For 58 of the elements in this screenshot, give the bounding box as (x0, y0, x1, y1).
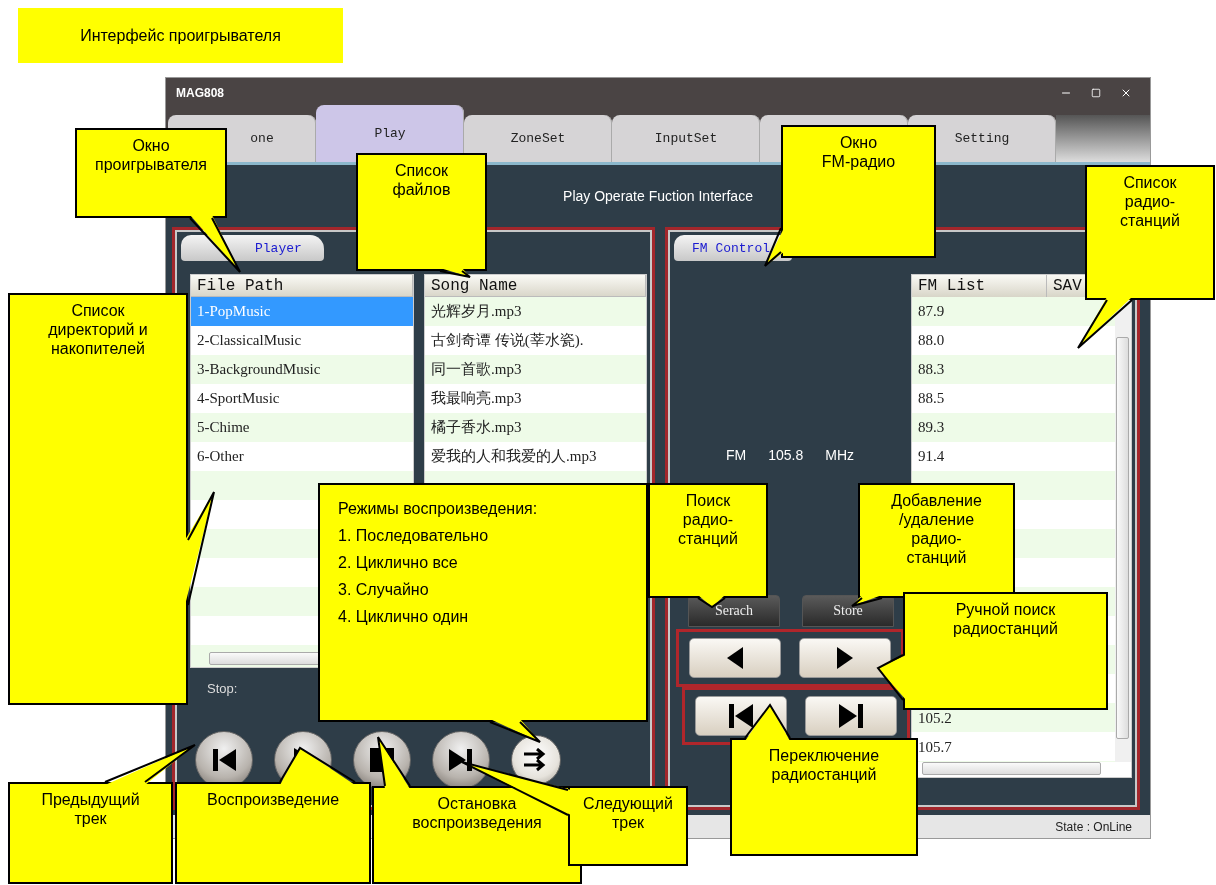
callout-tooltip: Поиск радио- станций (648, 483, 768, 598)
close-icon (1120, 87, 1132, 99)
folder-item[interactable]: 6-Other (191, 442, 413, 471)
callout-pointer (1076, 295, 1134, 350)
callout-tooltip: Ручной поиск радиостанций (903, 592, 1108, 710)
tune-right-button[interactable] (799, 638, 891, 678)
song-item[interactable]: 古剑奇谭 传说(莘水瓷). (425, 326, 646, 355)
station-item[interactable]: 91.4 (912, 442, 1115, 471)
unit-label: MHz (825, 447, 855, 463)
song-item[interactable]: 光辉岁月.mp3 (425, 297, 646, 326)
left-triangle-icon (725, 646, 745, 670)
folder-item[interactable]: 2-ClassicalMusic (191, 326, 413, 355)
song-item[interactable]: 我最响亮.mp3 (425, 384, 646, 413)
callout-pointer (488, 717, 542, 744)
panel-tab[interactable]: Player (181, 235, 324, 261)
frequency-value: 105.8 (768, 447, 804, 463)
maximize-icon (1091, 88, 1101, 98)
column-header: Song Name (425, 275, 646, 297)
right-triangle-icon (835, 646, 855, 670)
callout-pointer (743, 703, 792, 743)
scrollbar-thumb[interactable] (922, 762, 1101, 775)
callout-tooltip: Список файлов (356, 153, 487, 271)
scrollbar-thumb[interactable] (1116, 337, 1129, 739)
folder-item[interactable]: 5-Chime (191, 413, 413, 442)
song-item[interactable]: 爱我的人和我爱的人.mp3 (425, 442, 646, 471)
callout-tooltip: Добавление /удаление радио- станций (858, 483, 1015, 598)
callout-tooltip: Переключение радиостанций (730, 738, 918, 856)
folder-item[interactable]: 4-SportMusic (191, 384, 413, 413)
tab[interactable]: ZoneSet (464, 115, 612, 162)
playback-status: Stop: (207, 681, 239, 698)
song-item[interactable]: 橘子香水.mp3 (425, 413, 646, 442)
callout-tooltip: Режимы воспроизведения: 1. Последовательно 2. Циклично все 3. Случайно 4. Циклично один (318, 483, 648, 722)
skip-forward-icon (837, 703, 865, 729)
station-item[interactable]: 89.3 (912, 413, 1115, 442)
song-item[interactable]: 同一首歌.mp3 (425, 355, 646, 384)
store-button[interactable]: Store (802, 595, 894, 627)
band-label: FM (726, 447, 747, 463)
callout-pointer (876, 653, 908, 702)
tab[interactable]: InputSet (612, 115, 760, 162)
tune-left-button[interactable] (689, 638, 781, 678)
callout-pointer (438, 266, 472, 279)
skip-back-icon (727, 703, 755, 729)
folder-item[interactable]: 3-BackgroundMusic (191, 355, 413, 384)
callout-tooltip: Список радио- станций (1085, 165, 1215, 300)
station-next-button[interactable] (805, 696, 897, 736)
page-title: Play Operate Fuction Interface (563, 188, 753, 204)
callout-tooltip: Окно проигрывателя (75, 128, 227, 218)
callout-pointer (188, 213, 242, 274)
callout-tooltip: Следующий трек (568, 786, 688, 866)
station-item[interactable]: 88.3 (912, 355, 1115, 384)
callout-tooltip: Окно FM-радио (781, 125, 936, 258)
station-item[interactable]: 88.0 (912, 326, 1115, 355)
caption-label: Интерфейс проигрывателя (18, 8, 343, 63)
column-header: File Path (191, 275, 413, 297)
station-item[interactable]: 88.5 (912, 384, 1115, 413)
window-title: MAG808 (176, 86, 225, 100)
callout-pointer (376, 735, 412, 791)
connection-status: State : OnLine (1055, 819, 1132, 834)
